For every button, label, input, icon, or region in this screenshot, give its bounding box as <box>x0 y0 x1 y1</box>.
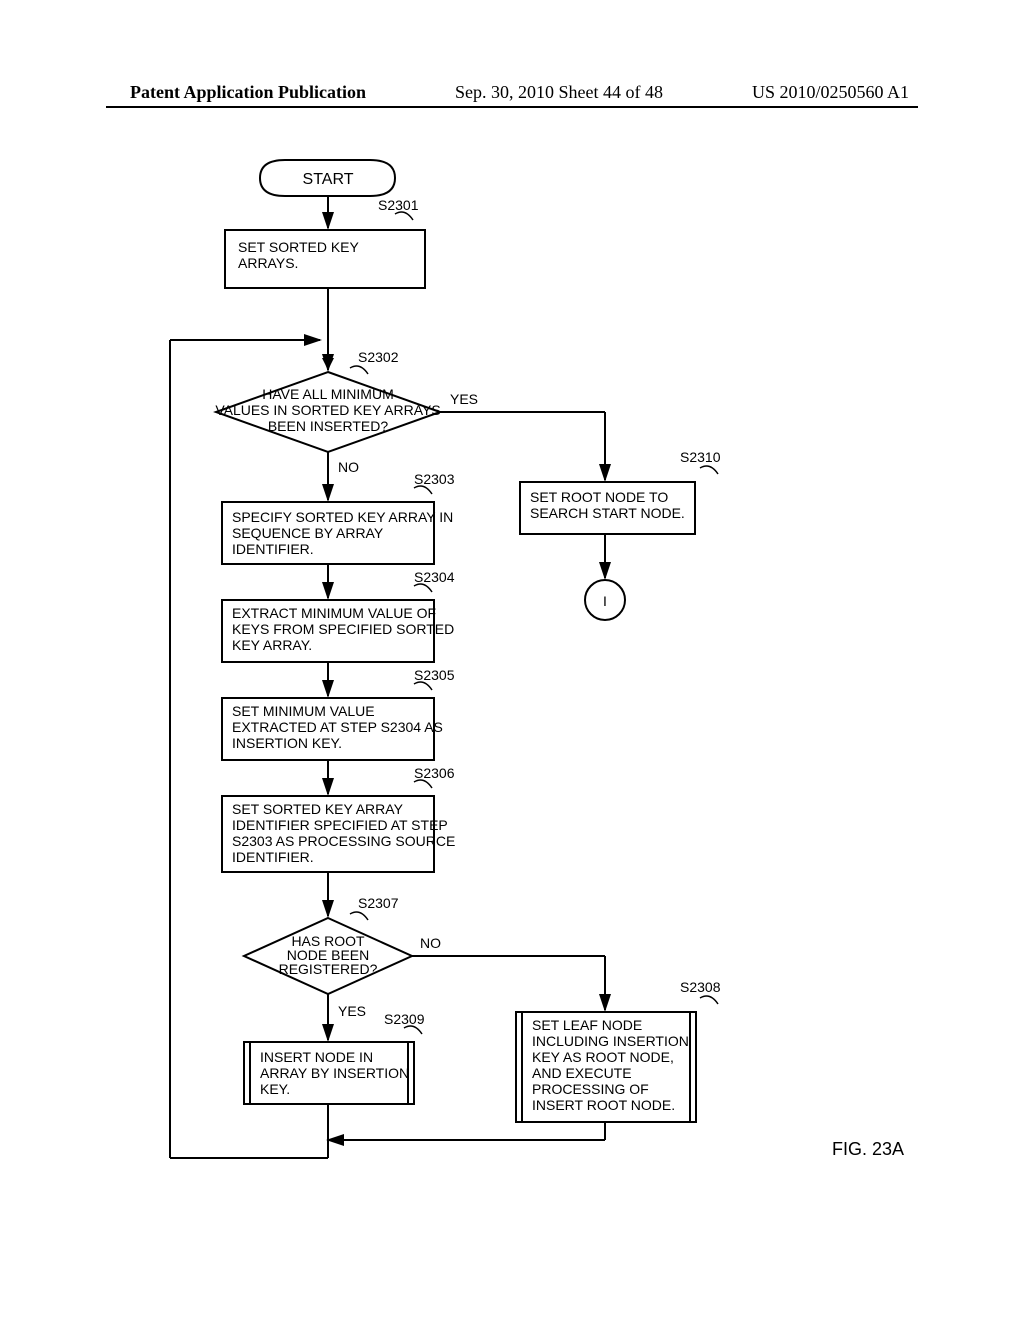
connector-I: I <box>585 580 625 620</box>
start-node: START <box>260 160 395 196</box>
svg-text:EXTRACTED AT STEP S2304 AS: EXTRACTED AT STEP S2304 AS <box>232 719 443 735</box>
svg-text:AND EXECUTE: AND EXECUTE <box>532 1065 632 1081</box>
connector-I-label: I <box>603 593 607 609</box>
header-left: Patent Application Publication <box>130 82 366 103</box>
svg-text:PROCESSING OF: PROCESSING OF <box>532 1081 649 1097</box>
s2310-l2: SEARCH START NODE. <box>530 505 685 521</box>
s2308-id: S2308 <box>680 979 721 995</box>
step-s2306: SET SORTED KEY ARRAY IDENTIFIER SPECIFIE… <box>222 765 455 872</box>
s2301-line2: ARRAYS. <box>238 255 298 271</box>
s2307-id: S2307 <box>358 895 399 911</box>
flowchart-canvas: START SET SORTED KEY ARRAYS. S2301 HAVE … <box>0 140 1024 1220</box>
flowchart-svg: START SET SORTED KEY ARRAYS. S2301 HAVE … <box>0 140 1024 1220</box>
figure-label: FIG. 23A <box>832 1139 904 1160</box>
no-2307: NO <box>420 935 441 951</box>
s2309-id: S2309 <box>384 1011 425 1027</box>
svg-text:EXTRACT MINIMUM VALUE OF: EXTRACT MINIMUM VALUE OF <box>232 605 436 621</box>
header-rule <box>106 106 918 108</box>
svg-text:KEY AS ROOT NODE,: KEY AS ROOT NODE, <box>532 1049 674 1065</box>
step-s2303: SPECIFY SORTED KEY ARRAY IN SEQUENCE BY … <box>222 471 455 564</box>
svg-text:SET SORTED KEY ARRAY: SET SORTED KEY ARRAY <box>232 801 404 817</box>
s2302-id: S2302 <box>358 349 399 365</box>
svg-text:INSERT ROOT NODE.: INSERT ROOT NODE. <box>532 1097 675 1113</box>
svg-text:INSERTION KEY.: INSERTION KEY. <box>232 735 342 751</box>
start-label: START <box>303 171 354 188</box>
svg-text:KEY ARRAY.: KEY ARRAY. <box>232 637 312 653</box>
s2306-id: S2306 <box>414 765 455 781</box>
s2302-l1: HAVE ALL MINIMUM <box>262 386 393 402</box>
step-s2309: INSERT NODE IN ARRAY BY INSERTION KEY. S… <box>244 1011 425 1104</box>
svg-text:INCLUDING INSERTION: INCLUDING INSERTION <box>532 1033 689 1049</box>
svg-text:SPECIFY SORTED KEY ARRAY IN: SPECIFY SORTED KEY ARRAY IN <box>232 509 453 525</box>
yes-2307: YES <box>338 1003 366 1019</box>
svg-text:S2303 AS PROCESSING SOURCE: S2303 AS PROCESSING SOURCE <box>232 833 455 849</box>
s2302-l2: VALUES IN SORTED KEY ARRAYS <box>215 402 440 418</box>
svg-text:IDENTIFIER.: IDENTIFIER. <box>232 541 314 557</box>
step-s2308: SET LEAF NODE INCLUDING INSERTION KEY AS… <box>516 979 721 1122</box>
s2310-id: S2310 <box>680 449 721 465</box>
svg-text:KEYS FROM SPECIFIED SORTED: KEYS FROM SPECIFIED SORTED <box>232 621 454 637</box>
svg-text:IDENTIFIER.: IDENTIFIER. <box>232 849 314 865</box>
page-header: Patent Application Publication Sep. 30, … <box>0 82 1024 103</box>
s2310-l1: SET ROOT NODE TO <box>530 489 668 505</box>
svg-text:REGISTERED?: REGISTERED? <box>279 961 378 977</box>
step-s2304: EXTRACT MINIMUM VALUE OF KEYS FROM SPECI… <box>222 569 455 662</box>
svg-text:IDENTIFIER SPECIFIED AT STEP: IDENTIFIER SPECIFIED AT STEP <box>232 817 448 833</box>
svg-text:INSERT NODE IN: INSERT NODE IN <box>260 1049 373 1065</box>
s2301-line1: SET SORTED KEY <box>238 239 360 255</box>
svg-text:ARRAY BY INSERTION: ARRAY BY INSERTION <box>260 1065 409 1081</box>
step-s2305: SET MINIMUM VALUE EXTRACTED AT STEP S230… <box>222 667 455 760</box>
page: Patent Application Publication Sep. 30, … <box>0 0 1024 1320</box>
no-2302: NO <box>338 459 359 475</box>
header-right: US 2010/0250560 A1 <box>752 82 909 103</box>
s2305-id: S2305 <box>414 667 455 683</box>
s2302-l3: BEEN INSERTED? <box>268 418 389 434</box>
svg-text:SEQUENCE BY ARRAY: SEQUENCE BY ARRAY <box>232 525 384 541</box>
header-middle: Sep. 30, 2010 Sheet 44 of 48 <box>455 82 663 103</box>
s2301-id: S2301 <box>378 197 419 213</box>
svg-text:SET MINIMUM VALUE: SET MINIMUM VALUE <box>232 703 375 719</box>
s2304-id: S2304 <box>414 569 455 585</box>
yes-2302: YES <box>450 391 478 407</box>
s2303-id: S2303 <box>414 471 455 487</box>
step-s2310: SET ROOT NODE TO SEARCH START NODE. S231… <box>520 449 721 534</box>
svg-text:SET LEAF NODE: SET LEAF NODE <box>532 1017 642 1033</box>
step-s2301: SET SORTED KEY ARRAYS. S2301 <box>225 197 425 288</box>
svg-text:KEY.: KEY. <box>260 1081 290 1097</box>
